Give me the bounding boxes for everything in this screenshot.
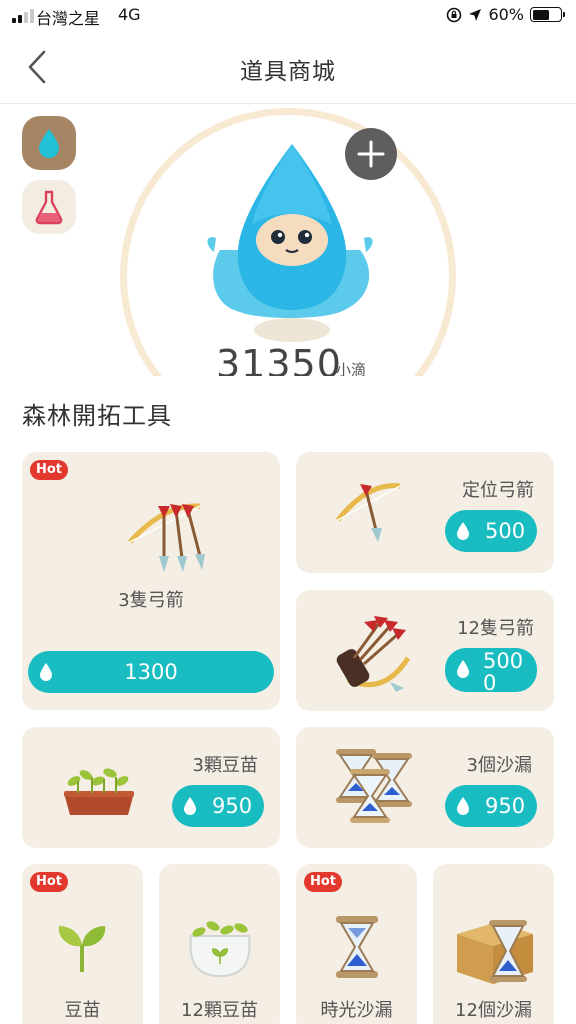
water-drop-icon — [457, 522, 469, 540]
item-card-3-sprouts[interactable]: 3顆豆苗 950 — [22, 727, 280, 848]
item-name: 時光沙漏 — [320, 1000, 393, 1021]
seed-bag-icon — [189, 921, 251, 978]
item-card-12-hourglasses[interactable]: 12個沙漏 — [433, 864, 554, 1024]
hourglass-box-icon — [457, 920, 533, 984]
orientation-lock-icon — [447, 7, 462, 22]
item-card-12-sprouts[interactable]: 12顆豆苗 — [159, 864, 280, 1024]
price-value: 1300 — [124, 660, 178, 684]
potion-tab-button[interactable] — [22, 180, 76, 234]
price-value: 500 — [485, 519, 526, 543]
item-card-time-hourglass[interactable]: Hot 時光沙漏 — [296, 864, 417, 1024]
item-name: 3顆豆苗 — [192, 755, 258, 776]
section-title: 森林開拓工具 — [22, 402, 172, 430]
status-bar: 台灣之星 4G 60% — [0, 0, 576, 30]
buy-button[interactable]: 5000 — [445, 648, 537, 692]
arrow-icon — [336, 483, 401, 542]
item-name: 3隻弓箭 — [118, 590, 184, 611]
water-drop-mascot — [207, 144, 373, 342]
hero-panel: 31350 小滴 — [0, 104, 576, 376]
item-name: 豆苗 — [64, 1000, 101, 1021]
water-drop-icon — [184, 797, 196, 815]
item-name: 12個沙漏 — [455, 1000, 532, 1021]
battery-icon — [530, 7, 565, 22]
item-card-12-arrows[interactable]: 12隻弓箭 5000 — [296, 590, 554, 711]
item-name: 12隻弓箭 — [457, 618, 534, 639]
item-card-3-hourglasses[interactable]: 3個沙漏 950 — [296, 727, 554, 848]
item-card-3-arrows[interactable]: Hot 3隻弓箭 1300 — [22, 452, 280, 710]
drops-count: 31350 — [216, 342, 342, 376]
price-value: 950 — [212, 794, 253, 818]
hot-badge: Hot — [304, 872, 343, 892]
potion-flask-icon — [35, 190, 63, 225]
buy-button[interactable]: 1300 — [28, 651, 274, 693]
page-title: 道具商城 — [240, 59, 336, 85]
item-card-sprout[interactable]: Hot 豆苗 — [22, 864, 143, 1024]
buy-button[interactable]: 500 — [445, 510, 537, 552]
arrow-icon — [128, 503, 205, 572]
sprout-icon — [58, 926, 106, 972]
item-name: 定位弓箭 — [462, 480, 534, 501]
price-value: 950 — [485, 794, 526, 818]
carrier-name: 台灣之星 — [36, 9, 101, 28]
price-value: 5000 — [483, 649, 524, 692]
water-drop-icon — [457, 660, 469, 678]
item-name: 12顆豆苗 — [181, 1000, 258, 1021]
item-name: 3個沙漏 — [466, 755, 532, 776]
network-type: 4G — [118, 5, 141, 24]
sprout-icon — [64, 768, 134, 815]
hourglass-icon — [336, 749, 412, 823]
water-drop-icon — [39, 129, 59, 158]
hourglass-icon — [336, 916, 378, 978]
signal-icon — [12, 9, 34, 23]
water-tab-button[interactable] — [22, 116, 76, 170]
hot-badge: Hot — [30, 872, 69, 892]
buy-button[interactable]: 950 — [445, 785, 537, 827]
buy-button[interactable]: 950 — [172, 785, 264, 827]
nav-bar: 道具商城 — [0, 30, 576, 104]
drops-unit: 小滴 — [336, 361, 367, 376]
item-card-locate-arrow[interactable]: 定位弓箭 500 — [296, 452, 554, 573]
hot-badge: Hot — [30, 460, 69, 480]
battery-percent: 60% — [488, 5, 524, 24]
location-icon — [469, 8, 482, 21]
water-drop-icon — [457, 797, 469, 815]
quiver-icon — [336, 616, 411, 692]
